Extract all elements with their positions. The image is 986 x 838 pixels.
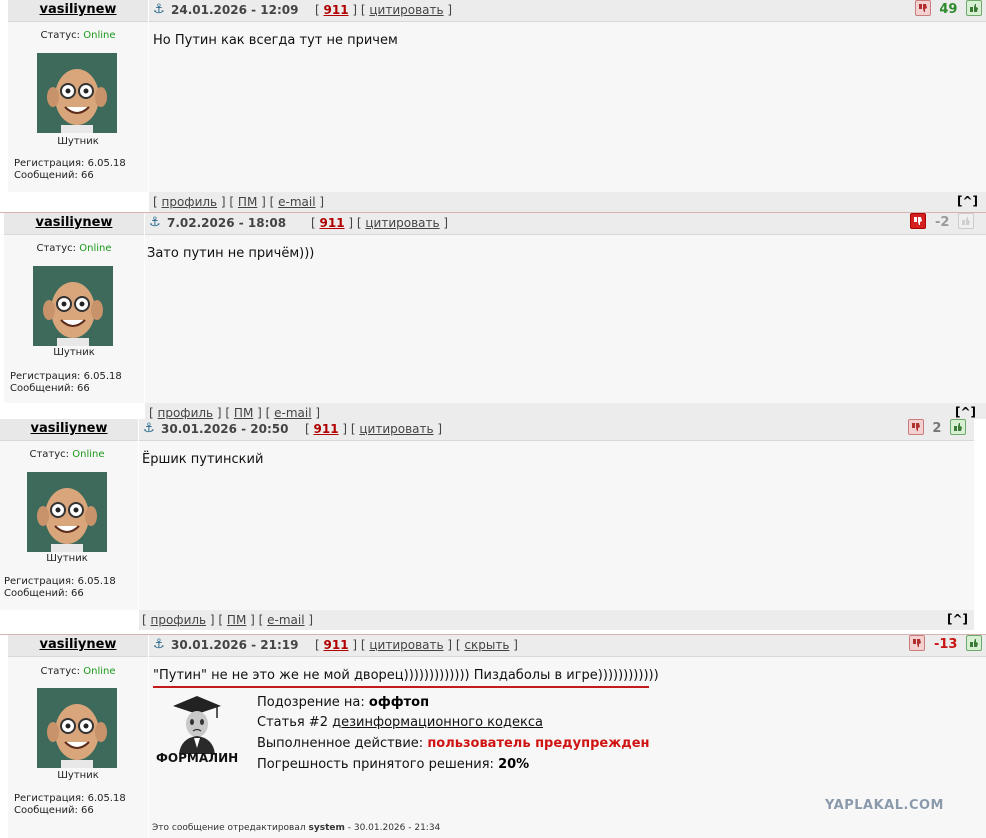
- user-rank: Шутник: [57, 136, 99, 147]
- user-rank: Шутник: [46, 553, 88, 564]
- offtop-error: Погрешность принятого решения: 20%: [257, 757, 530, 772]
- username[interactable]: vasiliynew: [8, 0, 148, 22]
- post-footer: [ профиль ] [ ПМ ] [ e-mail ] [^]: [139, 610, 974, 630]
- user-registration: Регистрация: 6.05.18 Сообщений: 66: [14, 793, 126, 816]
- offtop-article: Статья #2 дезинформационного кодекса: [257, 715, 543, 730]
- post-4: vasiliynew Статус: Online Шутник Регистр…: [8, 635, 986, 838]
- site-watermark: YAPLAKAL.COM: [825, 798, 944, 813]
- email-link[interactable]: e-mail: [278, 195, 315, 209]
- post-text: Зато путин не причём))): [147, 246, 315, 261]
- edited-note: Это сообщение отредактировал system - 30…: [152, 823, 441, 833]
- post-2: vasiliynew Статус: Online Шутник Регистр…: [4, 213, 986, 419]
- anchor-icon[interactable]: ⚓: [143, 421, 155, 436]
- thumb-down-icon[interactable]: [909, 635, 926, 651]
- username[interactable]: vasiliynew: [4, 213, 144, 235]
- anchor-icon[interactable]: ⚓: [153, 2, 165, 17]
- rating-value: -2: [935, 214, 950, 230]
- post-rating: -2: [910, 213, 974, 232]
- user-status: Статус: Online: [40, 30, 116, 41]
- pm-link[interactable]: ПМ: [234, 406, 253, 419]
- post-links: [ 911 ] [ цитировать ]: [305, 422, 443, 436]
- hide-link[interactable]: скрыть: [464, 638, 509, 652]
- quote-link[interactable]: цитировать: [369, 3, 443, 17]
- post-text: Но Путин как всегда тут не причем: [153, 33, 398, 48]
- avatar[interactable]: [37, 53, 117, 133]
- post-links: [ 911 ] [ цитировать ]: [315, 3, 453, 17]
- scroll-top-button[interactable]: [^]: [955, 405, 976, 419]
- user-status: Статус: Online: [29, 449, 105, 460]
- anchor-icon[interactable]: ⚓: [149, 215, 161, 230]
- profile-link[interactable]: профиль: [158, 406, 214, 419]
- post-header: ⚓ 30.01.2026 - 20:50 [ 911 ] [ цитироват…: [139, 419, 974, 441]
- quote-link[interactable]: цитировать: [369, 638, 443, 652]
- post-footer: [ профиль ] [ ПМ ] [ e-mail ] [^]: [149, 192, 986, 212]
- avatar[interactable]: [27, 472, 107, 552]
- thumb-down-icon[interactable]: [910, 213, 927, 229]
- thumb-up-icon[interactable]: [950, 419, 966, 435]
- post-body: "Путин" не не это же не мой дворец))))))…: [149, 657, 986, 838]
- pm-link[interactable]: ПМ: [227, 613, 246, 627]
- post-rating: 49: [914, 0, 982, 19]
- scroll-top-button[interactable]: [^]: [957, 194, 978, 208]
- moderator-avatar: [167, 694, 227, 754]
- post-links: [ 911 ] [ цитировать ]: [311, 216, 449, 230]
- post-3: vasiliynew Статус: Online Шутник Регистр…: [0, 419, 974, 631]
- anchor-icon[interactable]: ⚓: [153, 637, 165, 652]
- profile-link[interactable]: профиль: [151, 613, 207, 627]
- user-registration: Регистрация: 6.05.18 Сообщений: 66: [14, 158, 126, 181]
- offtop-action: Выполненное действие: пользователь преду…: [257, 736, 650, 751]
- user-rank: Шутник: [53, 347, 95, 358]
- username[interactable]: vasiliynew: [0, 419, 138, 441]
- quote-link[interactable]: цитировать: [359, 422, 433, 436]
- post-body: Ёршик путинский: [139, 441, 974, 610]
- thumb-up-icon[interactable]: [958, 213, 974, 229]
- post-links: [ 911 ] [ цитировать ] [ скрыть ]: [315, 638, 518, 652]
- user-registration: Регистрация: 6.05.18 Сообщений: 66: [10, 371, 122, 394]
- offtop-underline: [153, 686, 649, 688]
- user-rank: Шутник: [57, 770, 99, 781]
- rating-value: -13: [933, 636, 958, 652]
- pm-link[interactable]: ПМ: [238, 195, 257, 209]
- thumb-up-icon[interactable]: [966, 0, 982, 16]
- post-rating: -13: [909, 635, 982, 654]
- post-header: ⚓ 30.01.2026 - 21:19 [ 911 ] [ цитироват…: [149, 635, 986, 657]
- post-header: ⚓ 7.02.2026 - 18:08 [ 911 ] [ цитировать…: [145, 213, 986, 235]
- avatar[interactable]: [33, 266, 113, 346]
- post-text: Ёршик путинский: [142, 452, 264, 467]
- user-registration: Регистрация: 6.05.18 Сообщений: 66: [4, 576, 116, 599]
- post-footer: [ профиль ] [ ПМ ] [ e-mail ] [^]: [145, 403, 986, 419]
- user-status: Статус: Online: [40, 666, 116, 677]
- offtop-suspicion: Подозрение на: оффтоп: [257, 695, 430, 710]
- post-body: Но Путин как всегда тут не причем: [149, 22, 986, 192]
- avatar[interactable]: [37, 688, 117, 768]
- scroll-top-button[interactable]: [^]: [947, 612, 968, 626]
- post-date: 30.01.2026 - 21:19: [171, 638, 299, 652]
- username[interactable]: vasiliynew: [8, 635, 148, 657]
- post-number-link[interactable]: 911: [324, 638, 349, 652]
- post-date: 7.02.2026 - 18:08: [167, 216, 287, 230]
- post-rating: 2: [907, 419, 966, 438]
- post-body: Зато путин не причём))): [145, 235, 986, 403]
- post-number-link[interactable]: 911: [320, 216, 345, 230]
- email-link[interactable]: e-mail: [274, 406, 311, 419]
- thumb-down-icon[interactable]: [914, 0, 931, 16]
- thumb-down-icon[interactable]: [907, 419, 924, 435]
- user-status: Статус: Online: [36, 243, 112, 254]
- post-header: ⚓ 24.01.2026 - 12:09 [ 911 ] [ цитироват…: [149, 0, 986, 22]
- post-1: vasiliynew Статус: Online Шутник Регистр…: [8, 0, 986, 212]
- moderator-name: ФОРМАЛИН: [156, 751, 239, 765]
- post-number-link[interactable]: 911: [314, 422, 339, 436]
- rating-value: 49: [939, 1, 958, 17]
- post-number-link[interactable]: 911: [324, 3, 349, 17]
- codex-link[interactable]: дезинформационного кодекса: [332, 715, 543, 730]
- thumb-up-icon[interactable]: [966, 635, 982, 651]
- post-date: 24.01.2026 - 12:09: [171, 3, 299, 17]
- post-date: 30.01.2026 - 20:50: [161, 422, 289, 436]
- email-link[interactable]: e-mail: [267, 613, 304, 627]
- rating-value: 2: [932, 420, 942, 436]
- quote-link[interactable]: цитировать: [365, 216, 439, 230]
- post-text: "Путин" не не это же не мой дворец))))))…: [153, 668, 659, 683]
- profile-link[interactable]: профиль: [162, 195, 218, 209]
